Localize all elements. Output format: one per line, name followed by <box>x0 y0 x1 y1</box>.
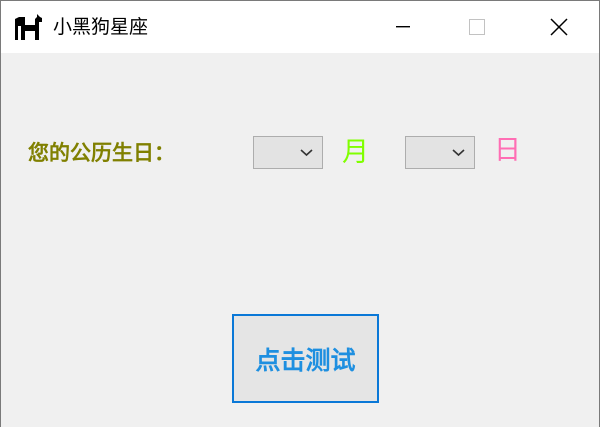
client-area: 您的公历生日： 月 日 点击测试 <box>1 53 599 427</box>
maximize-icon <box>469 19 485 35</box>
maximize-button[interactable] <box>447 1 507 53</box>
month-unit-label: 月 <box>342 137 369 168</box>
black-dog-icon <box>15 14 42 40</box>
test-button-label: 点击测试 <box>255 345 356 375</box>
title-bar[interactable]: 小黑狗星座 <box>1 1 599 53</box>
minimize-icon <box>396 26 410 28</box>
close-button[interactable] <box>529 1 589 53</box>
day-unit-label: 日 <box>494 135 521 166</box>
app-window: 小黑狗星座 您的公历生日： 月 日 点击测试 <box>0 0 600 427</box>
window-title: 小黑狗星座 <box>53 16 149 38</box>
test-button[interactable]: 点击测试 <box>232 314 379 403</box>
day-select[interactable] <box>405 136 475 169</box>
month-select[interactable] <box>253 136 323 169</box>
close-icon <box>550 18 568 36</box>
chevron-down-icon <box>300 149 313 157</box>
birthday-label: 您的公历生日： <box>28 140 175 165</box>
minimize-button[interactable] <box>373 1 433 53</box>
chevron-down-icon <box>452 149 465 157</box>
